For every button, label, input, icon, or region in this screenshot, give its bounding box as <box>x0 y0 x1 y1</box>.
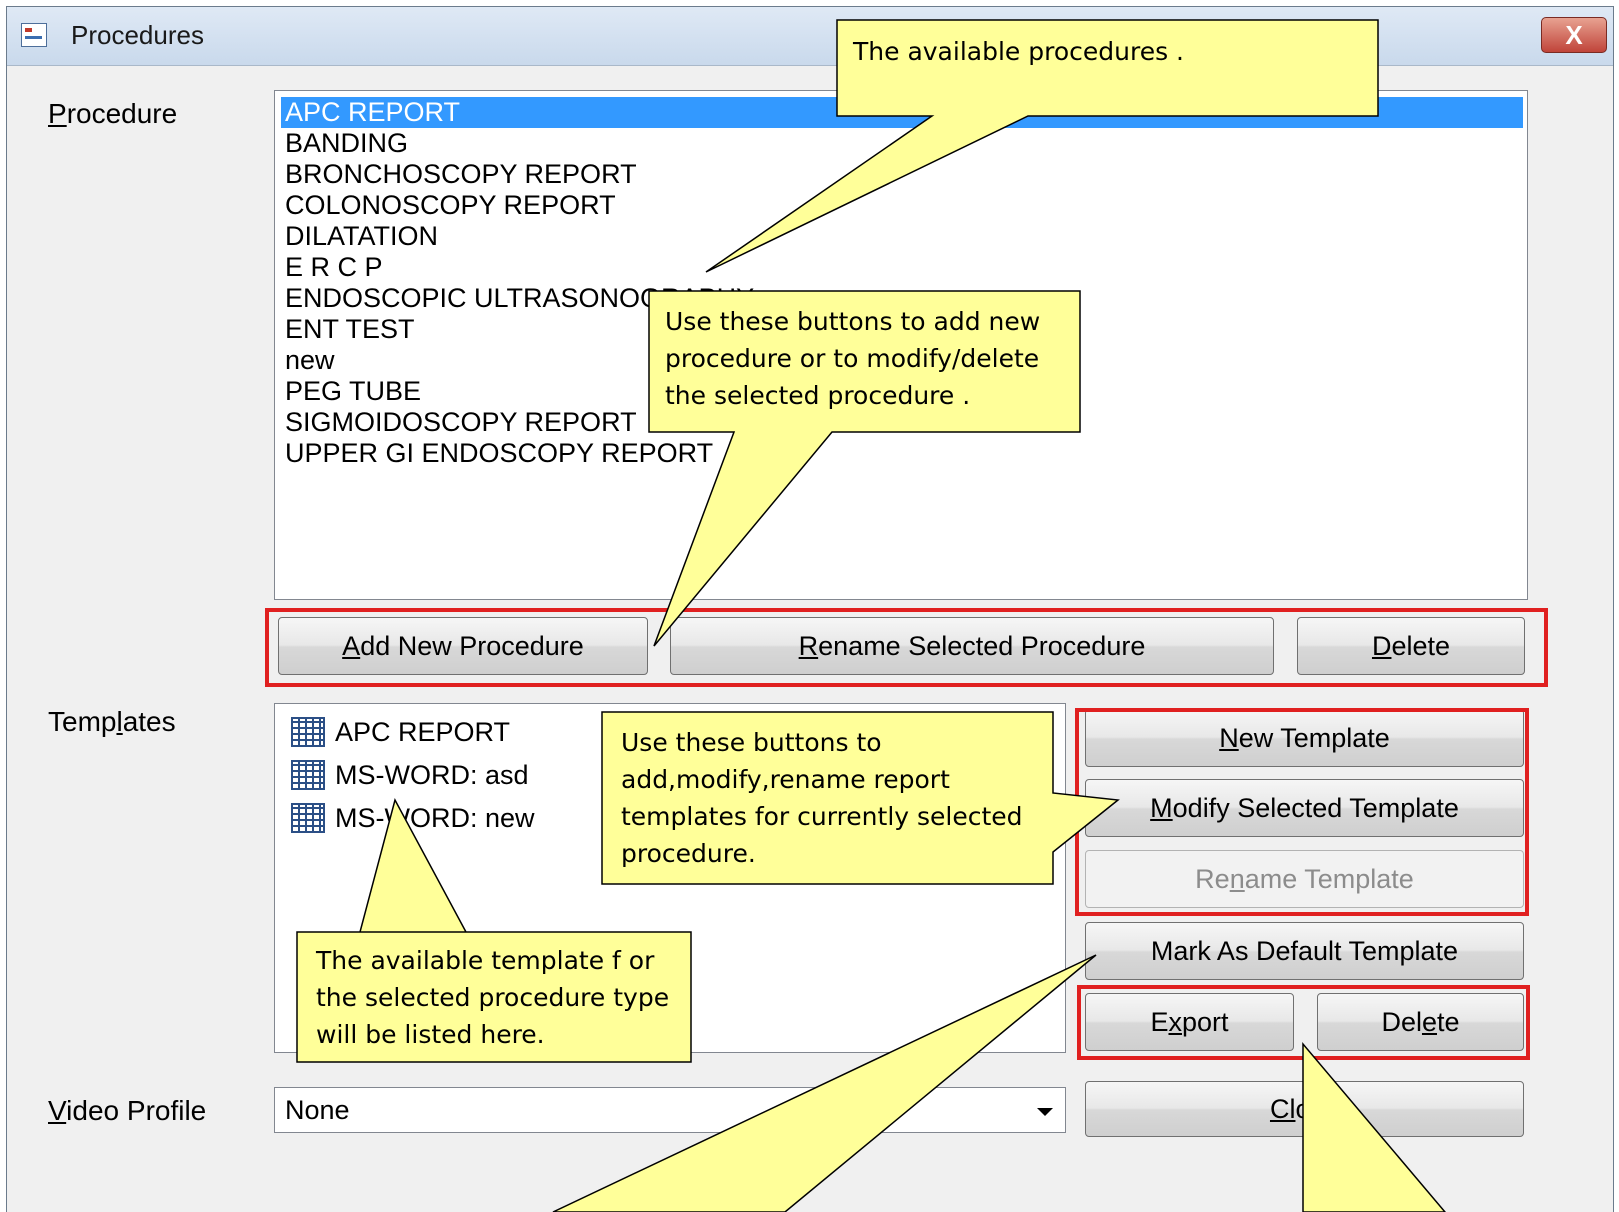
video-profile-select[interactable]: None <box>274 1087 1066 1133</box>
export-template-button[interactable]: Export <box>1085 993 1294 1051</box>
procedure-list-item[interactable]: BANDING <box>281 128 1523 159</box>
chevron-down-icon[interactable] <box>1037 1108 1053 1116</box>
close-window-button[interactable]: X <box>1541 17 1607 53</box>
video-profile-value: None <box>285 1095 350 1125</box>
mark-as-default-template-button[interactable]: Mark As Default Template <box>1085 922 1524 980</box>
template-document-icon <box>291 717 325 747</box>
template-list-item[interactable]: MS-WORD: asd <box>291 755 529 795</box>
procedures-app-icon <box>21 23 47 47</box>
window-title: Procedures <box>71 20 204 50</box>
rename-template-button[interactable]: Rename Template <box>1085 850 1524 908</box>
delete-procedure-button[interactable]: Delete <box>1297 617 1525 675</box>
procedure-list-item[interactable]: DILATATION <box>281 221 1523 252</box>
add-new-procedure-button[interactable]: Add New Procedure <box>278 617 648 675</box>
procedure-list-item[interactable]: BRONCHOSCOPY REPORT <box>281 159 1523 190</box>
callout-procedures-text: The available procedures . <box>853 37 1184 66</box>
close-button[interactable]: Close <box>1085 1081 1524 1137</box>
template-document-icon <box>291 760 325 790</box>
callout-procedure-buttons-text: Use these buttons to add new procedure o… <box>665 307 1041 410</box>
procedure-list-item[interactable]: E R C P <box>281 252 1523 283</box>
templates-label: Templates <box>48 706 176 737</box>
procedure-label: Procedure <box>48 98 178 129</box>
rename-selected-procedure-button[interactable]: Rename Selected Procedure <box>670 617 1274 675</box>
template-list-item[interactable]: MS-WORD: new <box>291 798 535 838</box>
title-bar[interactable]: Procedures X <box>7 7 1613 66</box>
video-profile-label: Video Profile <box>48 1095 207 1126</box>
callout-template-buttons-text: Use these buttons to add,modify,rename r… <box>621 728 1023 868</box>
modify-selected-template-button[interactable]: Modify Selected Template <box>1085 779 1524 837</box>
callout-templates-list-text: The available template f or the selected… <box>316 946 670 1049</box>
template-document-icon <box>291 803 325 833</box>
template-list-item[interactable]: APC REPORT <box>291 712 510 752</box>
delete-template-button[interactable]: Delete <box>1317 993 1524 1051</box>
procedure-list-item[interactable]: UPPER GI ENDOSCOPY REPORT <box>281 438 1523 469</box>
new-template-button[interactable]: New Template <box>1085 709 1524 767</box>
procedure-list-item[interactable]: COLONOSCOPY REPORT <box>281 190 1523 221</box>
procedure-list-item[interactable]: APC REPORT <box>281 97 1523 128</box>
